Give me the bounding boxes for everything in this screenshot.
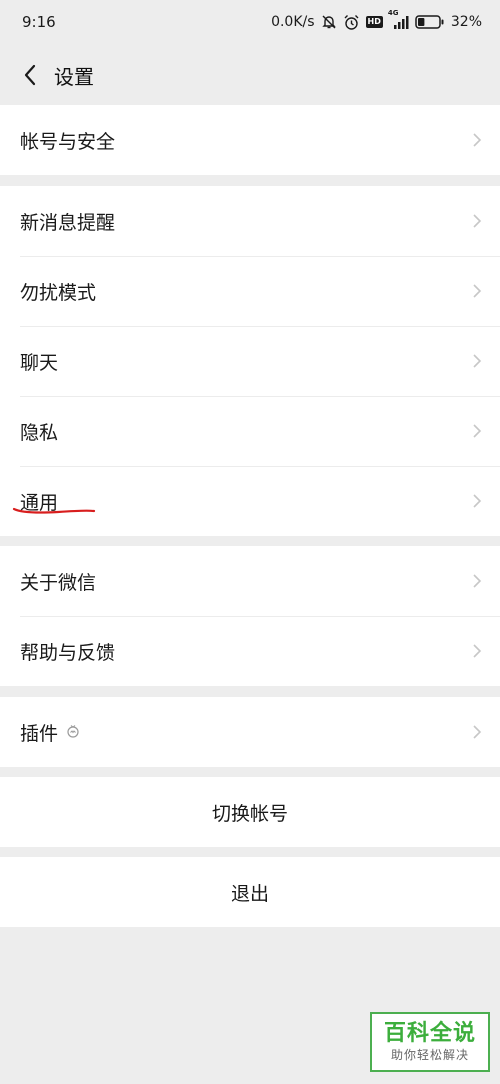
settings-item-plugins[interactable]: 插件: [0, 697, 500, 767]
signal-icon: 4G: [388, 9, 409, 29]
settings-item-label: 插件: [20, 722, 59, 745]
hd-icon: HD: [365, 16, 383, 28]
back-arrow-icon: [24, 64, 36, 86]
settings-item-label: 隐私: [20, 421, 59, 444]
logout-button[interactable]: 退出: [0, 857, 500, 927]
page-title: 设置: [54, 64, 94, 89]
red-underline-annotation: [12, 507, 96, 514]
settings-group-plugins: 插件: [0, 697, 500, 767]
net-speed: 0.0K/s: [271, 14, 315, 30]
chevron-right-icon: [473, 494, 482, 508]
logout-group: 退出: [0, 857, 500, 927]
battery-percent: 32%: [450, 14, 482, 30]
settings-item-about-wechat[interactable]: 关于微信: [0, 546, 500, 616]
settings-item-do-not-disturb[interactable]: 勿扰模式: [0, 256, 500, 326]
settings-item-label: 勿扰模式: [20, 281, 97, 304]
chevron-right-icon: [473, 574, 482, 588]
chevron-right-icon: [473, 424, 482, 438]
settings-item-general[interactable]: 通用: [0, 466, 500, 536]
chevron-right-icon: [473, 214, 482, 228]
watermark-subtitle: 助你轻松解决: [390, 1048, 469, 1062]
nav-header: 设置: [0, 46, 500, 104]
settings-group-account: 帐号与安全: [0, 105, 500, 175]
switch-account-button[interactable]: 切换帐号: [0, 777, 500, 847]
switch-account-group: 切换帐号: [0, 777, 500, 847]
back-button[interactable]: [6, 51, 54, 99]
status-time: 9:16: [22, 13, 56, 31]
chevron-right-icon: [473, 725, 482, 739]
watermark-logo: 百科全说 助你轻松解决: [370, 1012, 490, 1072]
logout-label: 退出: [230, 882, 269, 905]
battery-icon: [415, 15, 445, 29]
chevron-right-icon: [473, 284, 482, 298]
chevron-right-icon: [473, 644, 482, 658]
settings-item-help-feedback[interactable]: 帮助与反馈: [0, 616, 500, 686]
settings-item-notifications[interactable]: 新消息提醒: [0, 186, 500, 256]
settings-group-about: 关于微信 帮助与反馈: [0, 546, 500, 686]
alarm-icon: [343, 14, 360, 31]
chevron-right-icon: [473, 354, 482, 368]
watermark-title: 百科全说: [383, 1021, 476, 1046]
settings-group-main: 新消息提醒 勿扰模式 聊天 隐私 通用: [0, 186, 500, 536]
network-type: 4G: [387, 9, 399, 17]
switch-account-label: 切换帐号: [211, 802, 288, 825]
status-bar: 9:16 0.0K/s HD 4G 32%: [0, 0, 500, 44]
settings-item-label: 聊天: [20, 351, 59, 374]
settings-item-label: 帮助与反馈: [20, 641, 116, 664]
settings-item-account-security[interactable]: 帐号与安全: [0, 105, 500, 175]
settings-item-privacy[interactable]: 隐私: [0, 396, 500, 466]
plugin-bulb-icon: [66, 724, 80, 740]
status-icons: 0.0K/s HD 4G 32%: [271, 9, 482, 31]
chevron-right-icon: [473, 133, 482, 147]
settings-item-label: 关于微信: [20, 571, 97, 594]
mute-bell-icon: [321, 14, 337, 30]
settings-item-label: 帐号与安全: [20, 130, 116, 153]
settings-item-label: 新消息提醒: [20, 211, 116, 234]
settings-item-chat[interactable]: 聊天: [0, 326, 500, 396]
